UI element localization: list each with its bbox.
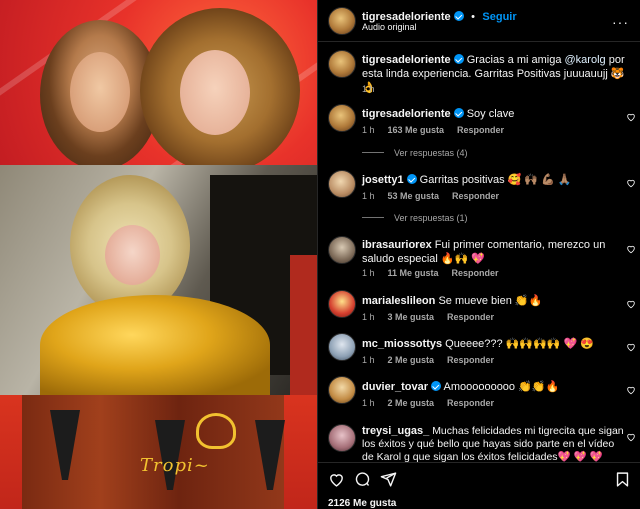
reply-button[interactable]: Responder bbox=[452, 191, 499, 201]
caption-username[interactable]: tigresadeloriente bbox=[362, 54, 451, 66]
action-bar: 2126 Me gusta bbox=[318, 462, 640, 509]
comment-username[interactable]: tigresadeloriente bbox=[362, 108, 451, 120]
comment-username[interactable]: ibrasauriorex bbox=[362, 239, 432, 251]
post-media[interactable]: Tropi~ bbox=[0, 0, 317, 509]
comment-avatar[interactable] bbox=[328, 424, 356, 452]
caption-text-before: Gracias a mi amiga bbox=[466, 54, 565, 66]
heart-icon[interactable] bbox=[626, 299, 636, 309]
separator-dot: • bbox=[471, 11, 475, 23]
media-photo-top bbox=[0, 0, 317, 165]
heart-icon[interactable] bbox=[626, 342, 636, 352]
heart-icon[interactable] bbox=[626, 112, 636, 122]
follow-button[interactable]: Seguir bbox=[482, 11, 516, 23]
caption-time[interactable]: 1 h bbox=[362, 84, 375, 94]
verified-icon bbox=[406, 174, 417, 184]
comment-likes[interactable]: 11 Me gusta bbox=[388, 268, 439, 278]
save-icon[interactable] bbox=[614, 471, 631, 488]
comment-avatar[interactable] bbox=[328, 333, 356, 361]
comment-likes[interactable]: 3 Me gusta bbox=[388, 312, 435, 322]
verified-icon bbox=[453, 108, 464, 118]
reply-button[interactable]: Responder bbox=[452, 268, 499, 278]
audio-label[interactable]: Audio original bbox=[362, 22, 417, 32]
like-icon[interactable] bbox=[328, 471, 345, 488]
verified-icon bbox=[453, 54, 464, 64]
comment-text: Soy clave bbox=[466, 108, 515, 120]
comment-text: Queeee??? 🙌🙌🙌🙌 💖 😍 bbox=[445, 338, 594, 350]
comment-likes[interactable]: 2 Me gusta bbox=[388, 398, 435, 408]
view-replies[interactable]: Ver respuestas (4) bbox=[362, 148, 468, 158]
comment-time[interactable]: 1 h bbox=[362, 398, 375, 408]
comment-text: Se mueve bien 👏🔥 bbox=[438, 295, 543, 307]
comment-avatar[interactable] bbox=[328, 104, 356, 132]
comment-icon[interactable] bbox=[354, 471, 371, 488]
comment-likes[interactable]: 53 Me gusta bbox=[388, 191, 440, 201]
comment-avatar[interactable] bbox=[328, 290, 356, 318]
comment-avatar[interactable] bbox=[328, 376, 356, 404]
comment-time[interactable]: 1 h bbox=[362, 191, 375, 201]
reply-button[interactable]: Responder bbox=[447, 398, 494, 408]
tropi-emblem bbox=[196, 413, 236, 449]
post-header: tigresadeloriente • Seguir Audio origina… bbox=[318, 0, 640, 42]
comment-username[interactable]: josetty1 bbox=[362, 174, 404, 186]
likes-count[interactable]: 2126 Me gusta bbox=[328, 498, 396, 509]
comment-text: Amooooooooo 👏👏🔥 bbox=[443, 381, 560, 393]
comment-time[interactable]: 1 h bbox=[362, 125, 375, 135]
comment-likes[interactable]: 163 Me gusta bbox=[388, 125, 445, 135]
heart-icon[interactable] bbox=[626, 432, 636, 442]
comments-panel: tigresadeloriente • Seguir Audio origina… bbox=[317, 0, 640, 509]
comment-avatar[interactable] bbox=[328, 236, 356, 264]
comment-time[interactable]: 1 h bbox=[362, 268, 375, 278]
tropi-logo: Tropi~ bbox=[140, 455, 210, 476]
heart-icon[interactable] bbox=[626, 385, 636, 395]
reply-button[interactable]: Responder bbox=[457, 125, 504, 135]
verified-icon bbox=[431, 381, 442, 391]
more-options-icon[interactable]: ··· bbox=[612, 14, 629, 30]
comment-likes[interactable]: 2 Me gusta bbox=[388, 355, 435, 365]
heart-icon[interactable] bbox=[626, 244, 636, 254]
comment-username[interactable]: marialeslileon bbox=[362, 295, 435, 307]
comment-avatar[interactable] bbox=[328, 170, 356, 198]
reply-button[interactable]: Responder bbox=[447, 355, 494, 365]
view-replies[interactable]: Ver respuestas (1) bbox=[362, 213, 468, 223]
comment-text: Garritas positivas 🥰 🙌🏽 💪🏽 🙏🏽 bbox=[419, 174, 572, 186]
caption-avatar[interactable] bbox=[328, 50, 356, 78]
reply-button[interactable]: Responder bbox=[447, 312, 494, 322]
comment-username[interactable]: duvier_tovar bbox=[362, 381, 428, 393]
heart-icon[interactable] bbox=[626, 178, 636, 188]
verified-icon bbox=[453, 11, 464, 21]
comment-username[interactable]: mc_miossottys bbox=[362, 338, 442, 350]
caption-mention[interactable]: @karolg bbox=[565, 54, 606, 66]
share-icon[interactable] bbox=[380, 471, 397, 488]
comment-username[interactable]: treysi_ugas_ bbox=[362, 425, 429, 437]
comment-time[interactable]: 1 h bbox=[362, 312, 375, 322]
media-photo-bottom: Tropi~ bbox=[0, 395, 317, 509]
comment-time[interactable]: 1 h bbox=[362, 355, 375, 365]
author-avatar[interactable] bbox=[328, 7, 356, 35]
media-video-frame bbox=[0, 165, 317, 395]
